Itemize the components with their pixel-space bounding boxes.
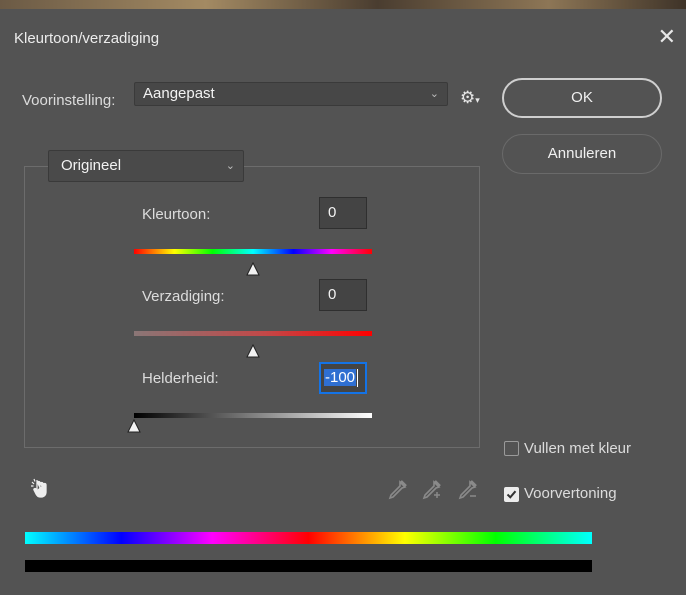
channel-value: Origineel [61,157,122,174]
hue-label: Kleurtoon: [142,206,211,223]
text-caret [357,369,359,388]
colorize-label[interactable]: Vullen met kleur [524,440,631,457]
preset-select[interactable]: Aangepast ⌄ [134,82,448,106]
eyedropper-minus-icon[interactable] [456,479,478,501]
close-icon[interactable]: ✕ [658,27,676,49]
saturation-input[interactable]: 0 [319,279,367,311]
eyedropper-icon[interactable] [386,479,408,501]
lightness-input[interactable]: -100 [319,362,367,394]
preview-checkbox[interactable] [504,487,519,502]
preset-value: Aangepast [143,85,215,102]
hue-input[interactable]: 0 [319,197,367,229]
preview-label[interactable]: Voorvertoning [524,485,617,502]
hue-value: 0 [328,204,337,221]
colorize-checkbox[interactable] [504,441,519,456]
chevron-down-icon: ⌄ [225,159,235,172]
cancel-button[interactable]: Annuleren [502,134,662,174]
adjustment-group [24,166,480,448]
source-color-spectrum [25,532,592,544]
background-strip [0,0,686,9]
lightness-slider-track[interactable] [134,413,372,418]
channel-select[interactable]: Origineel ⌄ [48,150,244,182]
lightness-label: Helderheid: [142,370,219,387]
saturation-slider-track[interactable] [134,331,372,336]
saturation-value: 0 [328,286,337,303]
dialog-title: Kleurtoon/verzadiging [14,30,160,47]
lightness-value: -100 [324,369,357,386]
hue-slider-track[interactable] [134,249,372,254]
dialog-titlebar: Kleurtoon/verzadiging ✕ [0,9,686,64]
saturation-slider-thumb[interactable] [246,344,260,358]
saturation-label: Verzadiging: [142,288,225,305]
result-color-spectrum [25,560,592,572]
on-image-adjust-icon[interactable] [30,477,52,499]
preset-label: Voorinstelling: [22,92,116,109]
chevron-down-icon: ⌄ [429,87,439,100]
lightness-slider-thumb[interactable] [127,419,141,433]
hue-slider-thumb[interactable] [246,262,260,276]
ok-button[interactable]: OK [502,78,662,118]
eyedropper-plus-icon[interactable] [420,479,442,501]
gear-icon[interactable]: ⚙▾ [460,88,480,108]
